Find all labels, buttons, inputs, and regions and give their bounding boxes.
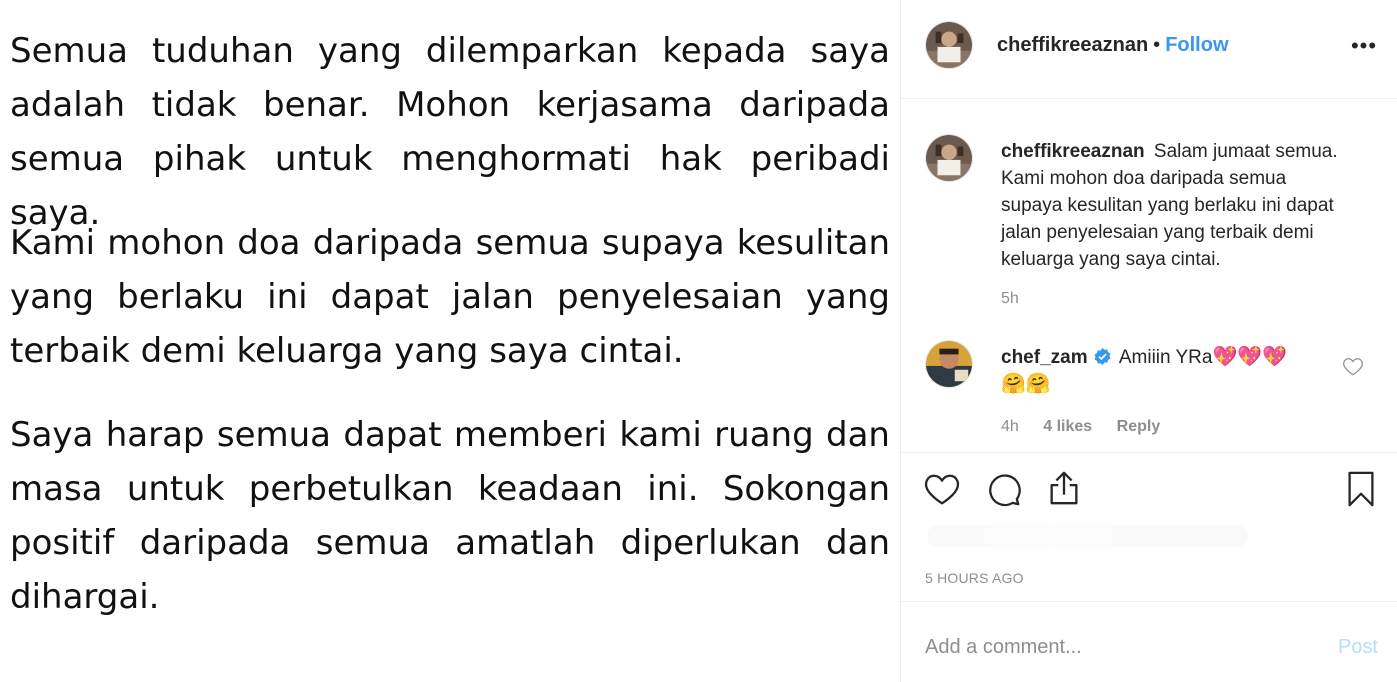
comment-time[interactable]: 4h (1001, 418, 1019, 435)
caption-meta: 5h (1001, 290, 1039, 308)
share-icon[interactable] (1045, 469, 1083, 507)
bookmark-icon[interactable] (1342, 470, 1380, 508)
comment-likes[interactable]: 4 likes (1043, 418, 1092, 435)
post-comment-button[interactable]: Post (1338, 636, 1378, 659)
post-image-paragraph-1: Semua tuduhan yang dilemparkan kepada sa… (10, 31, 890, 233)
header-username[interactable]: cheffikreeaznan (997, 34, 1148, 56)
post-image-paragraph-2: Kami mohon doa daripada semua supaya kes… (10, 223, 890, 371)
caption-body: cheffikreeaznan Salam jumaat semua. Kami… (1001, 138, 1341, 273)
comment-meta: 4h 4 likes Reply (1001, 418, 1180, 436)
comment-input[interactable] (925, 632, 1305, 662)
follow-button[interactable]: Follow (1165, 34, 1228, 56)
likes-summary-placeholder (927, 525, 1247, 547)
post-sidebar: cheffikreeaznan • Follow ••• cheffikreeazn… (900, 0, 1397, 682)
comment-like-heart-icon[interactable] (1342, 356, 1364, 376)
post-actions: 5 HOURS AGO (901, 452, 1397, 602)
more-options-icon[interactable]: ••• (1350, 35, 1378, 57)
header-separator: • (1153, 34, 1161, 56)
comment-item: chef_zam Amiiin YRa💖💖💖 🤗🤗 4h 4 likes Rep… (901, 340, 1397, 450)
heart-icon[interactable] (923, 471, 961, 509)
post-image-paragraph-3: Saya harap semua dapat memberi kami ruan… (10, 415, 890, 617)
post-caption: cheffikreeaznan Salam jumaat semua. Kami… (901, 134, 1397, 324)
post-image: Semua tuduhan yang dilemparkan kepada sa… (0, 0, 900, 682)
add-comment-bar: Post (901, 602, 1397, 682)
post-timestamp[interactable]: 5 HOURS AGO (925, 570, 1024, 586)
reply-button[interactable]: Reply (1117, 418, 1161, 435)
avatar[interactable] (925, 21, 973, 69)
comment-username[interactable]: chef_zam (1001, 347, 1088, 368)
comment-text: Amiiin YRa (1118, 347, 1213, 368)
caption-username[interactable]: cheffikreeaznan (1001, 141, 1145, 162)
avatar[interactable] (925, 134, 973, 182)
caption-time[interactable]: 5h (1001, 290, 1019, 307)
comment-icon[interactable] (985, 471, 1023, 509)
comment-body: chef_zam Amiiin YRa💖💖💖 🤗🤗 (1001, 344, 1341, 398)
avatar[interactable] (925, 340, 973, 388)
header-user-line: cheffikreeaznan • Follow (997, 33, 1229, 57)
post-header: cheffikreeaznan • Follow ••• (901, 0, 1397, 99)
hugging-face-emojis: 🤗🤗 (1001, 373, 1051, 395)
verified-badge-icon (1094, 348, 1111, 365)
sparkling-heart-emojis: 💖💖💖 (1212, 346, 1288, 368)
